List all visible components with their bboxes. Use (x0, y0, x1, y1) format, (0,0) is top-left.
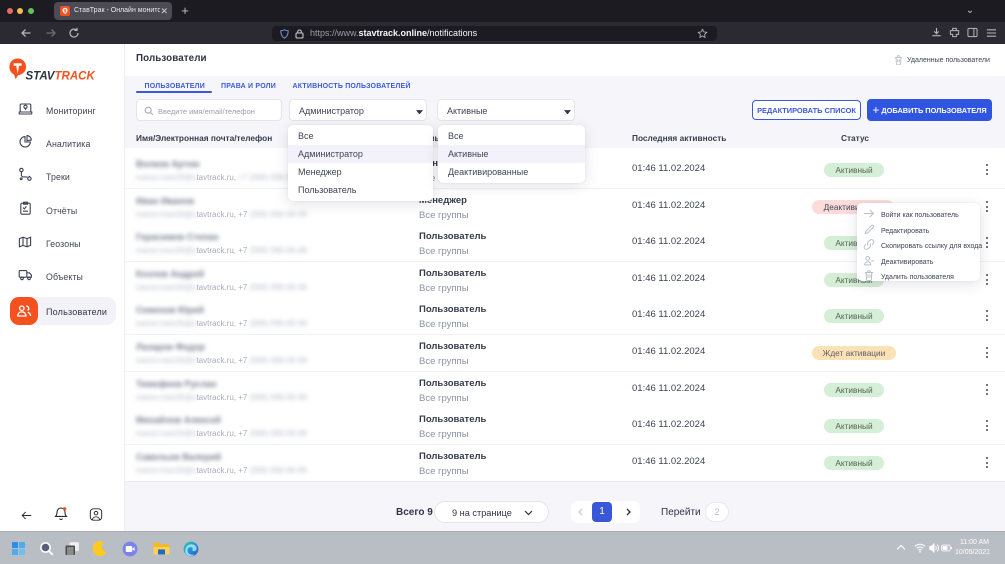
svg-text:STAV: STAV (26, 71, 56, 83)
svg-text:TRACK: TRACK (55, 71, 96, 83)
